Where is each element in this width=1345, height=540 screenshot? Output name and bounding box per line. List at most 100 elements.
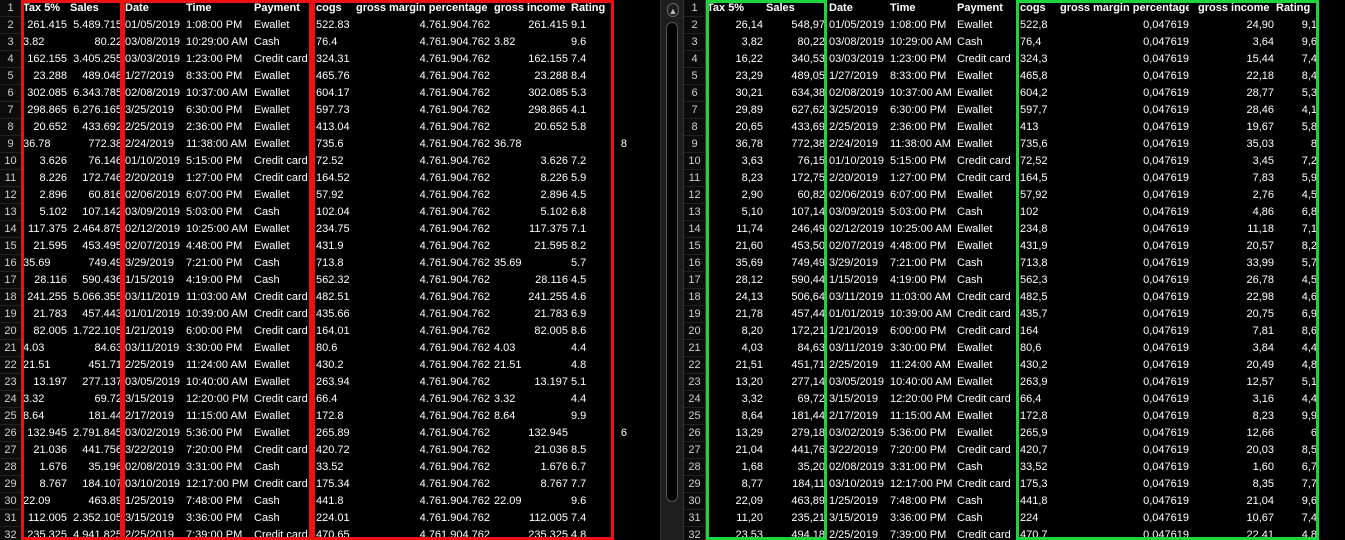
table-cell[interactable]: 1/27/2019 (829, 68, 889, 85)
table-cell[interactable]: 5.066.355 (70, 289, 122, 306)
table-cell[interactable]: 431.9 (316, 238, 354, 255)
table-cell[interactable]: 420.72 (316, 442, 354, 459)
table-cell[interactable]: 15,44 (1198, 51, 1274, 68)
table-cell[interactable]: 112.005 (494, 510, 568, 527)
table-cell[interactable]: 7,83 (1198, 170, 1274, 187)
table-cell[interactable]: 5:03:00 PM (186, 204, 248, 221)
table-cell[interactable]: 10,67 (1198, 510, 1274, 527)
table-cell[interactable]: 01/01/2019 (829, 306, 889, 323)
table-cell[interactable]: 4.761.904.762 (356, 34, 490, 51)
row-number[interactable]: 10 (684, 153, 706, 170)
table-cell[interactable]: Ewallet (254, 187, 312, 204)
table-cell[interactable]: 5.3 (571, 85, 607, 102)
table-cell[interactable]: Cash (957, 459, 1019, 476)
table-cell[interactable]: Ewallet (957, 238, 1019, 255)
table-cell[interactable]: Ewallet (254, 374, 312, 391)
table-cell[interactable]: Credit card (254, 442, 312, 459)
table-cell[interactable]: 21.783 (23, 306, 67, 323)
table-cell[interactable]: 7.2 (571, 153, 607, 170)
table-cell[interactable]: 35.69 (23, 255, 67, 272)
table-cell[interactable]: Credit card (254, 391, 312, 408)
table-cell[interactable]: 4,5 (1276, 187, 1317, 204)
column-header[interactable]: Time (186, 0, 248, 17)
table-cell[interactable]: Credit card (957, 391, 1019, 408)
table-cell[interactable]: 2/20/2019 (829, 170, 889, 187)
column-header[interactable]: gross income (494, 0, 568, 17)
table-cell[interactable]: 2,76 (1198, 187, 1274, 204)
table-cell[interactable]: 298.865 (23, 102, 67, 119)
row-number[interactable]: 20 (0, 323, 22, 340)
table-cell[interactable]: 76.4 (316, 34, 354, 51)
table-cell[interactable]: 3,64 (1198, 34, 1274, 51)
table-cell[interactable]: 0,047619 (1060, 306, 1189, 323)
table-cell[interactable]: 441.756 (70, 442, 122, 459)
row-number[interactable]: 2 (0, 17, 22, 34)
table-cell[interactable]: 28,77 (1198, 85, 1274, 102)
column-header[interactable]: Payment (957, 0, 1019, 17)
table-cell[interactable]: 10:37:00 AM (186, 85, 248, 102)
table-cell[interactable]: 453,50 (766, 238, 825, 255)
table-cell[interactable]: 76,15 (766, 153, 825, 170)
table-cell[interactable]: 3/22/2019 (829, 442, 889, 459)
table-cell[interactable]: 175.34 (316, 476, 354, 493)
table-cell[interactable]: Credit card (254, 306, 312, 323)
table-cell[interactable]: Ewallet (254, 340, 312, 357)
row-number[interactable]: 22 (0, 357, 22, 374)
column-header[interactable]: Payment (254, 0, 312, 17)
table-cell[interactable]: 470.65 (316, 527, 354, 540)
table-cell[interactable]: Credit card (254, 476, 312, 493)
table-cell[interactable]: 1/27/2019 (125, 68, 183, 85)
table-cell[interactable]: Cash (957, 493, 1019, 510)
table-cell[interactable]: 1:27:00 PM (186, 170, 248, 187)
table-cell[interactable]: 8,2 (1276, 238, 1317, 255)
table-cell[interactable]: 261.415 (494, 17, 568, 34)
row-number[interactable]: 1 (0, 0, 22, 17)
row-number[interactable]: 24 (684, 391, 706, 408)
table-cell[interactable]: 5,8 (1276, 119, 1317, 136)
table-cell[interactable]: 4.761.904.762 (356, 85, 490, 102)
table-cell[interactable]: 4.8 (571, 527, 607, 540)
table-cell[interactable]: 4.761.904.762 (356, 459, 490, 476)
table-cell[interactable]: 8,23 (707, 170, 763, 187)
table-cell[interactable]: 4,5 (1276, 272, 1317, 289)
table-cell[interactable]: 4.761.904.762 (356, 391, 490, 408)
table-cell[interactable]: 20,57 (1198, 238, 1274, 255)
table-cell[interactable]: 8,23 (1198, 408, 1274, 425)
table-cell[interactable]: 102.04 (316, 204, 354, 221)
table-cell[interactable]: 6.8 (571, 204, 607, 221)
row-number[interactable]: 2 (684, 17, 706, 34)
table-cell[interactable]: Credit card (957, 306, 1019, 323)
row-number[interactable]: 23 (0, 374, 22, 391)
table-cell[interactable]: 9,9 (1276, 408, 1317, 425)
table-cell[interactable]: 3/25/2019 (125, 102, 183, 119)
table-cell[interactable]: 453.495 (70, 238, 122, 255)
table-cell[interactable]: 11,74 (707, 221, 763, 238)
table-cell[interactable]: 5.489.715 (70, 17, 122, 34)
table-cell[interactable]: 03/03/2019 (125, 51, 183, 68)
row-number[interactable]: 3 (684, 34, 706, 51)
table-cell[interactable]: 8:33:00 PM (186, 68, 248, 85)
table-cell[interactable]: 5.8 (571, 119, 607, 136)
table-cell[interactable]: 22,98 (1198, 289, 1274, 306)
table-cell[interactable]: 7:48:00 PM (186, 493, 248, 510)
table-cell[interactable]: 8.5 (571, 442, 607, 459)
table-cell[interactable]: 12,57 (1198, 374, 1274, 391)
table-cell[interactable]: 8,64 (707, 408, 763, 425)
table-cell[interactable]: Ewallet (254, 136, 312, 153)
table-cell[interactable]: 713.8 (316, 255, 354, 272)
table-cell[interactable]: 02/08/2019 (125, 85, 183, 102)
table-cell[interactable]: 604.17 (316, 85, 354, 102)
table-cell[interactable]: 5:15:00 PM (186, 153, 248, 170)
table-cell[interactable]: Cash (254, 272, 312, 289)
table-cell[interactable]: 162.155 (23, 51, 67, 68)
table-cell[interactable]: 2.464.875 (70, 221, 122, 238)
table-cell[interactable]: 03/08/2019 (125, 34, 183, 51)
table-cell[interactable]: 172.746 (70, 170, 122, 187)
column-header[interactable]: Tax 5% (707, 0, 763, 17)
table-cell[interactable]: 3,16 (1198, 391, 1274, 408)
table-cell[interactable]: 8,20 (707, 323, 763, 340)
table-cell[interactable]: Cash (254, 493, 312, 510)
table-cell[interactable]: 13.197 (23, 374, 67, 391)
table-cell[interactable]: 01/10/2019 (829, 153, 889, 170)
table-cell[interactable]: 3,63 (707, 153, 763, 170)
